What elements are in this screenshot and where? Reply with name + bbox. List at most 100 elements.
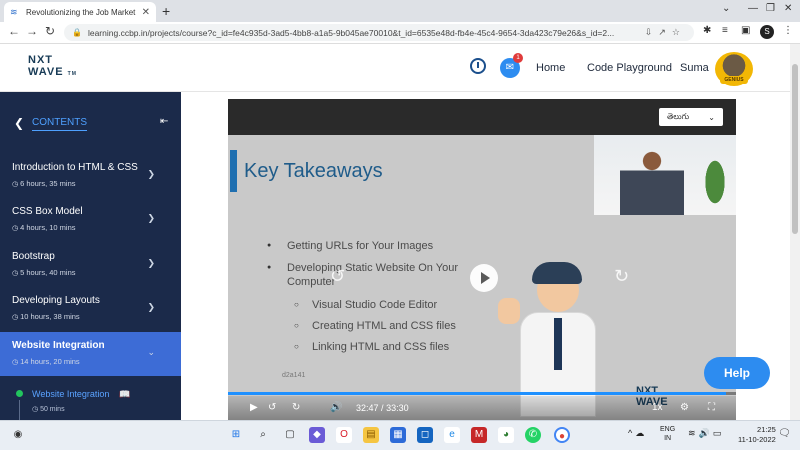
store-icon[interactable]: ▦ [390, 427, 406, 443]
logo-tm: TM [67, 71, 77, 77]
edge-icon[interactable]: e [444, 427, 460, 443]
fullscreen-icon[interactable]: ⛶ [708, 402, 715, 413]
notification-icon[interactable]: 🗨 [778, 428, 791, 439]
module-duration: 5 hours, 40 mins [12, 268, 169, 277]
widgets-icon[interactable]: ◉ [10, 427, 26, 443]
thumbs-up-hand [498, 298, 520, 324]
slide-bullet: Developing Static Website On Your [267, 262, 458, 274]
cartoon-character-hair [532, 262, 582, 284]
sub-item-row[interactable] [0, 380, 181, 420]
module-item[interactable]: Developing Layouts 10 hours, 38 mins ❯ [0, 287, 181, 331]
module-item[interactable]: Bootstrap 5 hours, 40 mins ❯ [0, 243, 181, 287]
forward-10-icon[interactable]: ↻ [292, 402, 300, 413]
nxtwave-logo[interactable]: NXT WAVE TM [28, 54, 77, 80]
file-explorer-icon[interactable]: ▤ [363, 427, 379, 443]
taskbar-clock[interactable]: 21:25 11-10-2022 [738, 425, 776, 445]
extensions-icon[interactable]: ✱ [703, 25, 711, 36]
minimize-icon[interactable]: ⌄ [722, 3, 730, 14]
language-select[interactable]: తెలుగు ⌄ [659, 108, 723, 126]
site-favicon-icon: ≋ [10, 7, 18, 17]
browser-menu-icon[interactable]: ⋮ [783, 25, 793, 36]
reading-list-icon[interactable]: ≡ [722, 25, 728, 36]
video-progress-fill [228, 392, 726, 395]
address-bar-actions[interactable]: ⇩↗☆ [645, 27, 686, 38]
browser-tab[interactable]: ≋ Revolutionizing the Job Market | ✕ [4, 2, 156, 22]
slide-sub-bullet: Linking HTML and CSS files [294, 341, 449, 353]
url-text: learning.ccbp.in/projects/course?c_id=fe… [87, 27, 615, 38]
wifi-volume-battery-icons[interactable]: ≋🔊▭ [688, 428, 724, 439]
outlook-icon[interactable]: ◻ [417, 427, 433, 443]
restore-window-button[interactable]: ❐ [766, 3, 775, 14]
input-language[interactable]: ENG IN [660, 425, 675, 443]
chevron-down-icon: ⌄ [708, 112, 715, 122]
slide-sub-bullet: Creating HTML and CSS files [294, 320, 456, 332]
slide-sub-bullet: Visual Studio Code Editor [294, 299, 437, 311]
mcafee-icon[interactable]: M [471, 427, 487, 443]
minimize-window-button[interactable]: — [748, 3, 758, 14]
slide-accent-bar [230, 150, 237, 192]
module-item[interactable]: Introduction to HTML & CSS 6 hours, 35 m… [0, 154, 181, 198]
rewind-10-icon[interactable]: ↺ [268, 402, 276, 413]
module-item-active[interactable]: Website Integration 14 hours, 20 mins ⌄ [0, 332, 181, 376]
forward-arrow-icon[interactable]: → [26, 24, 38, 38]
play-icon[interactable] [470, 264, 498, 292]
settings-gear-icon[interactable]: ⚙ [680, 402, 689, 413]
module-name: Introduction to HTML & CSS [12, 162, 138, 173]
seek-back-icon[interactable]: ↺ [330, 266, 345, 287]
module-duration: 4 hours, 10 mins [12, 223, 169, 232]
notification-badge: 1 [513, 53, 523, 63]
reload-icon[interactable]: ↻ [45, 24, 55, 38]
play-small-icon[interactable]: ▶ [250, 402, 258, 413]
slide-title: Key Takeaways [244, 160, 383, 182]
instructor-figure [620, 143, 684, 215]
plant-decoration [700, 160, 730, 215]
module-item[interactable]: CSS Box Model 4 hours, 10 mins ❯ [0, 198, 181, 242]
nav-user-name[interactable]: Suma [680, 62, 709, 74]
tab-title: Revolutionizing the Job Market | [26, 7, 138, 17]
seek-forward-icon[interactable]: ↻ [614, 266, 629, 287]
playback-speed[interactable]: 1x [652, 402, 663, 413]
volume-icon[interactable]: 🔊 [330, 402, 342, 413]
chevron-right-icon: ❯ [147, 258, 155, 268]
back-arrow-icon[interactable]: ← [8, 24, 20, 38]
contents-title[interactable]: CONTENTS [32, 117, 87, 131]
cartoon-character-tie [554, 318, 562, 370]
opera-icon[interactable]: O [336, 427, 352, 443]
profile-avatar[interactable]: S [760, 25, 774, 39]
module-name: Developing Layouts [12, 295, 100, 306]
collapse-sidebar-icon[interactable]: ⇤ [160, 116, 168, 127]
module-duration: 10 hours, 38 mins [12, 312, 169, 321]
teams-chat-icon[interactable]: ◆ [309, 427, 325, 443]
address-bar[interactable]: 🔒 learning.ccbp.in/projects/course?c_id=… [64, 24, 694, 41]
new-tab-button[interactable]: + [162, 3, 170, 19]
app-icon[interactable]: ◕ [498, 427, 514, 443]
close-window-button[interactable]: ✕ [784, 3, 792, 14]
windows-start-icon[interactable]: ⊞ [228, 427, 244, 443]
nav-home[interactable]: Home [536, 62, 565, 74]
system-tray-icons[interactable]: ^☁ [628, 428, 647, 439]
sub-item-duration: ◷ 50 mins [32, 406, 65, 413]
sub-item-name[interactable]: Website Integration [32, 389, 109, 399]
language-value: తెలుగు [667, 111, 690, 121]
module-name: Bootstrap [12, 251, 55, 262]
genius-badge: GENIUS [720, 76, 748, 84]
whatsapp-icon[interactable]: ✆ [525, 427, 541, 443]
module-name: CSS Box Model [12, 206, 83, 217]
chrome-icon[interactable]: ● [554, 427, 570, 443]
search-icon[interactable]: ⌕ [255, 427, 271, 443]
task-view-icon[interactable]: ▢ [282, 427, 298, 443]
slide-bullet: Getting URLs for Your Images [267, 240, 433, 252]
close-tab-icon[interactable]: ✕ [142, 7, 150, 18]
side-panel-icon[interactable]: ▣ [741, 25, 750, 36]
module-duration: 6 hours, 35 mins [12, 179, 169, 188]
help-button[interactable]: Help [704, 357, 770, 389]
lock-icon: 🔒 [72, 28, 82, 37]
video-time: 32:47 / 33:30 [356, 403, 409, 413]
scrollbar-thumb[interactable] [792, 64, 798, 234]
chevron-right-icon: ❯ [147, 169, 155, 179]
book-icon[interactable]: 📖 [119, 389, 130, 400]
chevron-right-icon: ❯ [147, 302, 155, 312]
back-chevron-icon[interactable]: ❮ [14, 116, 24, 130]
nav-code-playground[interactable]: Code Playground [587, 62, 672, 74]
stopwatch-icon[interactable] [470, 58, 486, 74]
